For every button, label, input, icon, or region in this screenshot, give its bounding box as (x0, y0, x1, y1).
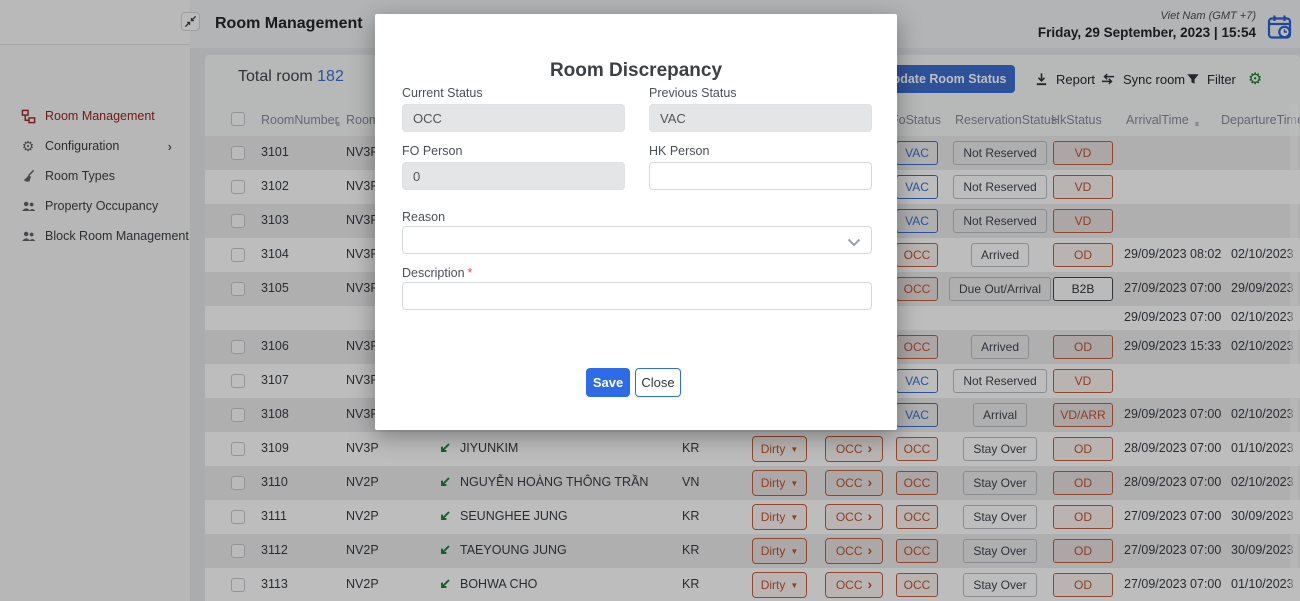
fo-person-field (402, 162, 625, 190)
previous-status-field (649, 104, 872, 132)
room-management-app: Room Management Viet Nam (GMT +7) Friday… (0, 0, 1300, 601)
hk-person-field[interactable] (649, 162, 872, 190)
fo-person-label: FO Person (402, 144, 462, 158)
previous-status-label: Previous Status (649, 86, 737, 100)
reason-label: Reason (402, 210, 445, 224)
required-asterisk: * (468, 266, 473, 280)
room-discrepancy-modal: Room Discrepancy Current Status Previous… (375, 14, 897, 430)
reason-select[interactable] (402, 226, 872, 254)
description-field[interactable] (402, 282, 872, 310)
modal-title: Room Discrepancy (375, 60, 897, 82)
description-label: Description* (402, 266, 472, 280)
hk-person-label: HK Person (649, 144, 709, 158)
close-button[interactable]: Close (635, 368, 681, 397)
save-button[interactable]: Save (586, 368, 630, 397)
current-status-label: Current Status (402, 86, 483, 100)
current-status-field (402, 104, 625, 132)
